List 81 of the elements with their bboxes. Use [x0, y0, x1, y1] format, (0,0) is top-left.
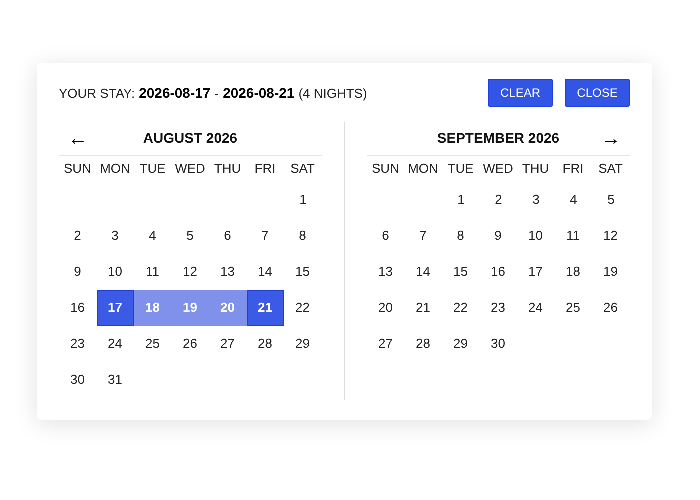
day-cell[interactable]: 7	[246, 218, 284, 254]
day-cell[interactable]: 11	[134, 254, 172, 290]
day-cell[interactable]: 14	[246, 254, 284, 290]
day-cell[interactable]: 22	[442, 290, 480, 326]
weekday-label: WED	[482, 160, 514, 178]
weekday-label: SAT	[290, 160, 316, 178]
day-cell[interactable]: 19	[592, 254, 630, 290]
day-cell[interactable]: 3	[96, 218, 134, 254]
action-button[interactable]: CLOSE	[565, 79, 630, 107]
day-cell[interactable]: 17	[517, 254, 554, 290]
day-cell[interactable]: 20	[367, 290, 404, 326]
day-cell[interactable]: 12	[592, 218, 630, 254]
weekday-label: THU	[521, 160, 550, 178]
day-cell[interactable]: 26	[592, 290, 630, 326]
day-cell[interactable]: 11	[554, 218, 592, 254]
date-separator: -	[214, 84, 220, 102]
day-cell[interactable]: 15	[442, 254, 480, 290]
nights-count: (4 NIGHTS)	[298, 84, 368, 103]
weekday-label: TUE	[138, 160, 167, 178]
day-cell[interactable]: 4	[555, 182, 592, 218]
end-date: 2026-08-21	[223, 84, 295, 102]
day-cell[interactable]: 17	[96, 290, 134, 326]
day-cell[interactable]: 6	[209, 218, 246, 254]
day-cell[interactable]: 16	[59, 290, 96, 326]
day-cell[interactable]: 10	[517, 218, 554, 254]
weekday-label: MON	[99, 160, 132, 178]
day-cell[interactable]: 21	[246, 290, 284, 326]
day-cell[interactable]: 30	[59, 362, 96, 398]
month-title: SEPTEMBER 2026	[436, 129, 561, 148]
month-title: AUGUST 2026	[142, 129, 239, 148]
weekday-label: THU	[213, 160, 242, 178]
day-cell[interactable]: 8	[442, 218, 480, 254]
day-cell[interactable]: 31	[96, 362, 134, 398]
day-cell[interactable]: 14	[404, 254, 442, 290]
weekday-label: MON	[407, 160, 440, 178]
day-cell[interactable]: 27	[209, 326, 246, 362]
day-cell[interactable]: 13	[209, 254, 246, 290]
weekday-label: TUE	[446, 160, 475, 178]
day-cell[interactable]: 27	[367, 326, 404, 362]
weekday-label: FRI	[254, 160, 277, 178]
day-cell[interactable]: 9	[480, 218, 517, 254]
day-cell[interactable]: 16	[480, 254, 517, 290]
day-cell[interactable]: 21	[404, 290, 442, 326]
day-cell[interactable]: 18	[554, 254, 592, 290]
day-cell[interactable]: 3	[518, 182, 555, 218]
day-cell[interactable]: 25	[134, 326, 172, 362]
day-cell[interactable]: 15	[284, 254, 322, 290]
day-cell[interactable]: 10	[96, 254, 134, 290]
weekday-label: FRI	[562, 160, 585, 178]
weekday-label: WED	[174, 160, 206, 178]
day-cell[interactable]: 4	[134, 218, 172, 254]
day-cell[interactable]: 13	[367, 254, 404, 290]
day-cell[interactable]: 24	[96, 326, 134, 362]
weekday-label: SAT	[598, 160, 624, 178]
day-cell[interactable]: 22	[284, 290, 322, 326]
day-cell[interactable]: 29	[442, 326, 480, 362]
weekday-label: SUN	[371, 160, 400, 178]
day-cell[interactable]: 1	[284, 182, 322, 218]
day-cell[interactable]: 7	[404, 218, 442, 254]
day-cell[interactable]: 29	[284, 326, 322, 362]
stay-label: YOUR STAY:	[59, 84, 136, 102]
day-cell[interactable]: 1	[442, 182, 480, 218]
day-cell[interactable]: 12	[172, 254, 209, 290]
day-cell[interactable]: 5	[592, 182, 630, 218]
day-cell[interactable]: 24	[517, 290, 554, 326]
day-cell[interactable]: 23	[59, 326, 96, 362]
day-cell[interactable]: 9	[59, 254, 96, 290]
day-cell[interactable]: 2	[480, 182, 518, 218]
action-button[interactable]: CLEAR	[488, 79, 553, 107]
day-cell[interactable]: 25	[554, 290, 592, 326]
day-cell[interactable]: 28	[246, 326, 284, 362]
day-cell[interactable]: 28	[404, 326, 442, 362]
day-cell[interactable]: 8	[284, 218, 322, 254]
weekday-label: SUN	[63, 160, 92, 178]
day-cell[interactable]: 23	[480, 290, 517, 326]
start-date: 2026-08-17	[139, 84, 211, 102]
day-cell[interactable]: 30	[480, 326, 517, 362]
day-cell[interactable]: 6	[367, 218, 404, 254]
day-cell[interactable]: 26	[172, 326, 209, 362]
day-cell[interactable]: 2	[59, 218, 96, 254]
day-cell[interactable]: 5	[172, 218, 209, 254]
